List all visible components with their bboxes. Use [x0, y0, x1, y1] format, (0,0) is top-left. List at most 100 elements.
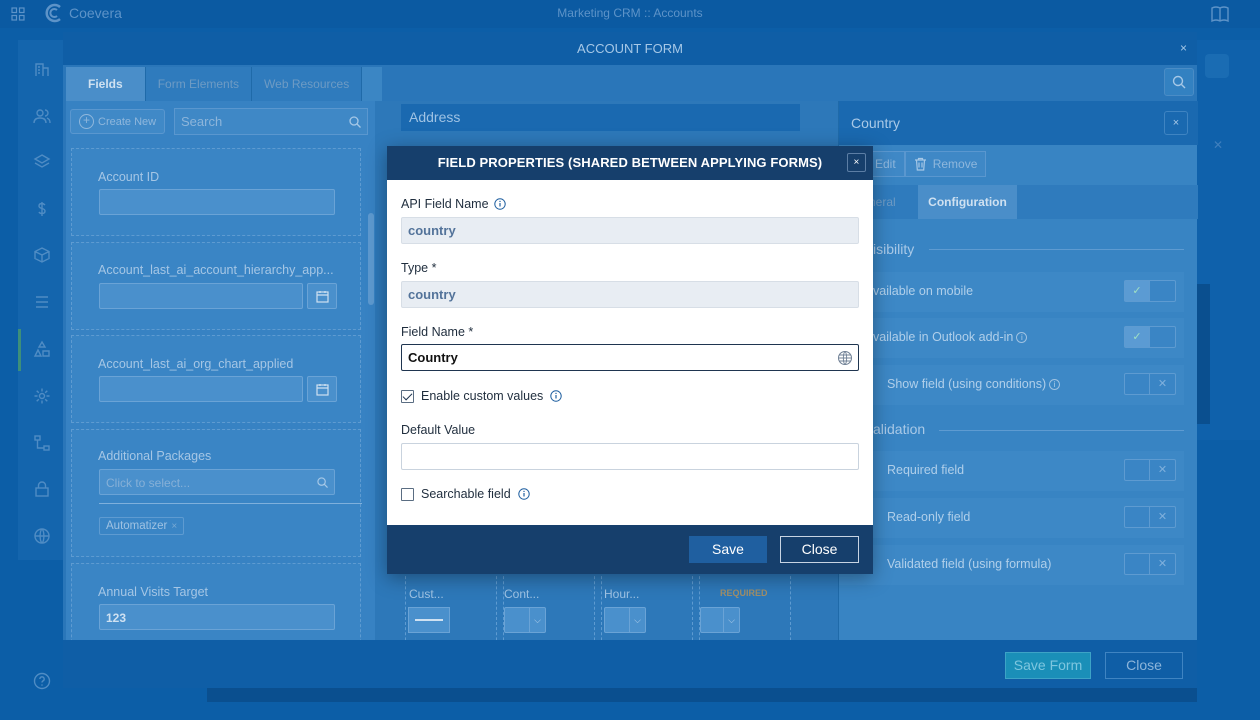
app-title: Marketing CRM :: Accounts [557, 6, 703, 20]
list-icon[interactable] [33, 293, 51, 311]
address-section-header[interactable]: Address [401, 104, 800, 131]
read-only-toggle[interactable]: ✕ [1124, 506, 1176, 528]
validated-toggle[interactable]: ✕ [1124, 553, 1176, 575]
type-input[interactable]: country [401, 281, 859, 308]
plus-icon: + [79, 114, 94, 129]
divider [939, 430, 1184, 431]
lock-icon[interactable] [33, 480, 51, 498]
x-icon: ✕ [1157, 464, 1168, 476]
tab-form-elements[interactable]: Form Elements [145, 67, 253, 101]
searchable-field-option[interactable]: Searchable field [401, 487, 530, 501]
dollar-icon[interactable] [33, 200, 51, 218]
search-icon [317, 477, 328, 488]
info-icon[interactable] [493, 198, 506, 210]
field-input[interactable] [99, 189, 335, 215]
date-picker-button[interactable] [307, 376, 337, 402]
close-button[interactable]: Close [780, 536, 859, 563]
account-form-tabs: Fields Form Elements Web Resources [66, 67, 383, 101]
field-name-input[interactable]: Country [401, 344, 859, 371]
dialog-header: FIELD PROPERTIES (SHARED BETWEEN APPLYIN… [387, 146, 873, 180]
fields-list-panel: + Create New Search Account ID Account_l… [66, 101, 375, 673]
default-value-label: Default Value [401, 423, 476, 437]
globe-nav-icon[interactable] [33, 527, 51, 545]
hierarchy-icon[interactable] [33, 434, 51, 452]
info-icon[interactable]: i [1049, 379, 1061, 391]
show-field-toggle[interactable]: ✕ [1124, 373, 1176, 395]
tab-fields[interactable]: Fields [66, 67, 146, 101]
country-properties-panel: Country × Edit Remove neral Configuratio… [838, 101, 1198, 671]
country-panel-close-icon[interactable]: × [1164, 111, 1188, 135]
gear-icon[interactable] [33, 387, 51, 405]
save-form-button[interactable]: Save Form [1005, 652, 1091, 679]
api-field-name-input[interactable]: country [401, 217, 859, 244]
dialog-close-icon[interactable]: × [847, 153, 866, 172]
chip-remove-icon[interactable]: × [171, 521, 177, 532]
account-form-close-icon[interactable]: × [1180, 32, 1187, 65]
x-icon: ✕ [1157, 511, 1168, 523]
setting-row-mobile: vailable on mobile ✓ [839, 272, 1184, 312]
layers-icon[interactable] [33, 153, 51, 171]
chip-label: Automatizer [106, 520, 168, 532]
search-icon [349, 116, 361, 128]
mobile-toggle[interactable]: ✓ [1124, 280, 1176, 302]
canvas-field-select[interactable]: ⌵ [504, 607, 546, 633]
tab-general[interactable]: neral [869, 185, 896, 219]
fields-scrollbar[interactable] [368, 213, 374, 305]
save-button[interactable]: Save [689, 536, 767, 563]
field-label: Account_last_ai_account_hierarchy_app... [98, 263, 334, 277]
building-icon[interactable] [33, 60, 51, 78]
background-bottom-band [207, 686, 1197, 702]
tab-web-resources[interactable]: Web Resources [252, 67, 363, 101]
canvas-field-select[interactable]: ⌵ [604, 607, 646, 633]
info-icon[interactable]: i [1016, 332, 1028, 344]
create-new-button[interactable]: + Create New [70, 109, 165, 134]
chevron-down-icon: ⌵ [629, 608, 645, 632]
background-right-panel: ✕ [1197, 40, 1260, 440]
field-card-additional-packages[interactable]: Additional Packages Click to select... A… [71, 429, 362, 557]
outlook-toggle[interactable]: ✓ [1124, 326, 1176, 348]
required-toggle[interactable]: ✕ [1124, 459, 1176, 481]
users-icon[interactable] [33, 107, 51, 125]
field-input[interactable] [99, 283, 303, 309]
package-chip[interactable]: Automatizer × [99, 517, 185, 535]
searchable-field-checkbox[interactable] [401, 487, 414, 501]
canvas-field-input[interactable] [408, 607, 450, 633]
tab-strip-filler [362, 67, 383, 101]
setting-label: vailable in Outlook add-in i [873, 330, 1028, 344]
packages-select-input[interactable]: Click to select... [99, 469, 335, 495]
field-card-hierarchy[interactable]: Account_last_ai_account_hierarchy_app... [71, 242, 361, 330]
canvas-field-label: Hour... [604, 587, 640, 601]
account-form-close-button[interactable]: Close [1105, 652, 1183, 679]
enable-custom-values-checkbox[interactable] [401, 389, 414, 403]
info-icon[interactable] [517, 488, 530, 500]
background-settings-button [1205, 54, 1229, 78]
globe-icon[interactable] [837, 350, 853, 366]
trash-icon [914, 157, 926, 171]
field-label: Account ID [98, 170, 160, 184]
help-icon[interactable] [33, 672, 51, 690]
remove-button[interactable]: Remove [904, 151, 987, 177]
canvas-field-label: Cust... [409, 587, 444, 601]
setting-row-show-field: Show field (using conditions) i ✕ [839, 365, 1184, 405]
default-value-input[interactable] [401, 443, 859, 470]
canvas-field-select[interactable]: ⌵ [700, 607, 740, 633]
field-input[interactable]: 123 [99, 604, 335, 630]
x-icon: ✕ [1157, 558, 1168, 570]
field-card-org-chart[interactable]: Account_last_ai_org_chart_applied [71, 335, 361, 423]
calendar-icon [316, 384, 329, 396]
field-card-account-id[interactable]: Account ID [71, 148, 361, 236]
field-input[interactable] [99, 376, 303, 402]
search-icon [1172, 75, 1186, 89]
country-panel-header: Country × [839, 101, 1198, 145]
date-picker-button[interactable] [307, 283, 337, 309]
info-icon[interactable] [550, 390, 562, 402]
fields-search-input[interactable]: Search [174, 108, 368, 135]
enable-custom-values-option[interactable]: Enable custom values [401, 389, 562, 403]
tab-configuration[interactable]: Configuration [918, 185, 1017, 219]
shapes-icon[interactable] [33, 340, 51, 358]
country-panel-tabs: neral Configuration [839, 185, 1198, 219]
box-icon[interactable] [33, 246, 51, 264]
book-icon[interactable] [1210, 4, 1230, 24]
background-close-icon: ✕ [1213, 138, 1224, 152]
form-search-button[interactable] [1164, 68, 1194, 96]
